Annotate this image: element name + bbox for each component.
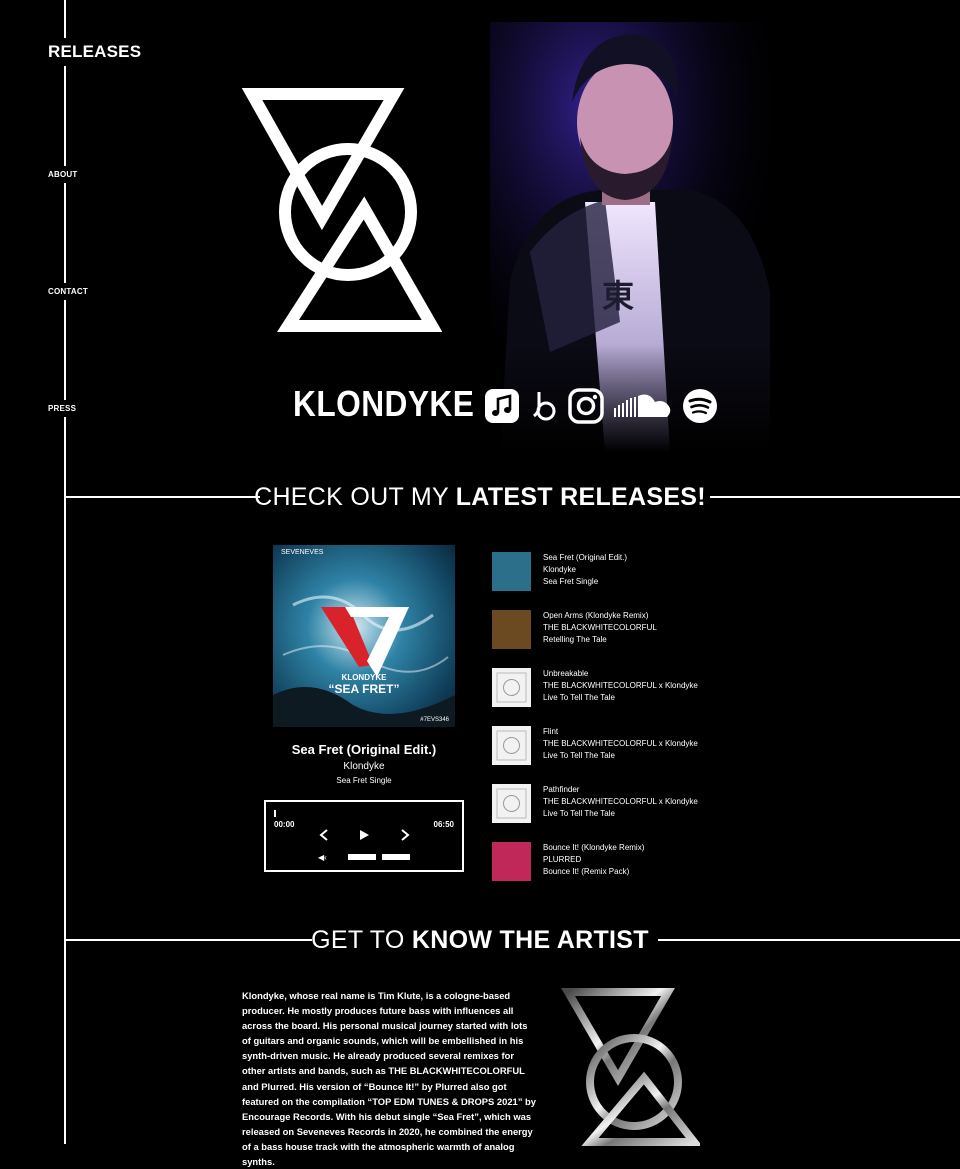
now-playing-release: Sea Fret Single bbox=[336, 776, 392, 785]
chevron-left-icon bbox=[319, 829, 328, 841]
track-title: Flint bbox=[543, 727, 559, 736]
cover-artist: KLONDYKE bbox=[342, 673, 388, 682]
track-thumbnail bbox=[492, 784, 531, 823]
apple-music-icon[interactable] bbox=[484, 388, 520, 424]
chevron-right-icon bbox=[401, 829, 410, 841]
track-item[interactable]: Sea Fret (Original Edit.) Klondyke Sea Fre… bbox=[492, 552, 792, 592]
artist-bio: Klondyke, whose real name is Tim Klute, … bbox=[242, 990, 536, 1168]
track-text: Unbreakable THE BLACKWHITECOLORFUL x Klon… bbox=[543, 668, 698, 705]
track-artist: THE BLACKWHITECOLORFUL x Klondyke bbox=[543, 681, 698, 691]
spotify-icon[interactable] bbox=[682, 388, 718, 424]
klondyke-logo-metal bbox=[561, 988, 700, 1146]
track-title: Sea Fret (Original Edit.) bbox=[543, 553, 628, 562]
track-release: Live To Tell The Tale bbox=[543, 751, 615, 761]
about-section-title: GET TO KNOW THE ARTIST bbox=[0, 926, 960, 955]
now-playing-title: Sea Fret (Original Edit.) bbox=[291, 742, 437, 757]
track-thumbnail bbox=[492, 726, 531, 765]
track-release: Retelling The Tale bbox=[543, 635, 607, 645]
track-text: Bounce It! (Klondyke Remix) PLURRED Bounce… bbox=[543, 842, 644, 879]
time-current: 00:00 bbox=[274, 820, 295, 829]
time-total: 06:50 bbox=[433, 820, 454, 829]
progress-indicator[interactable] bbox=[274, 810, 276, 817]
track-release: Live To Tell The Tale bbox=[543, 809, 615, 819]
track-thumbnail bbox=[492, 668, 531, 707]
track-release: Live To Tell The Tale bbox=[543, 693, 615, 703]
klondyke-logo bbox=[241, 88, 442, 332]
track-text: Pathfinder THE BLACKWHITECOLORFUL x Klond… bbox=[543, 784, 698, 821]
volume-bar[interactable] bbox=[348, 854, 376, 860]
now-playing-cover[interactable]: SEVENEVES KLONDYKE “SEA FRET” #7EVS346 bbox=[273, 545, 455, 727]
track-title: Open Arms (Klondyke Remix) bbox=[543, 611, 649, 620]
about-title-bold: KNOW THE ARTIST bbox=[411, 926, 649, 954]
volume-icon[interactable]: ◀‹ bbox=[318, 853, 327, 862]
track-artist: Klondyke bbox=[543, 565, 576, 575]
previous-button[interactable] bbox=[318, 828, 330, 844]
track-artist: THE BLACKWHITECOLORFUL x Klondyke bbox=[543, 739, 698, 749]
track-item[interactable]: Bounce It! (Klondyke Remix) PLURRED Bounce… bbox=[492, 842, 792, 882]
play-icon bbox=[360, 830, 369, 840]
nav-releases[interactable]: RELEASES bbox=[48, 38, 142, 66]
track-title: Pathfinder bbox=[543, 785, 580, 794]
track-artist: THE BLACKWHITECOLORFUL x Klondyke bbox=[543, 797, 698, 807]
nav-about[interactable]: ABOUT bbox=[48, 166, 78, 183]
cover-catalog: #7EVS346 bbox=[420, 717, 449, 723]
track-thumbnail bbox=[492, 552, 531, 591]
next-button[interactable] bbox=[399, 828, 411, 844]
nav-press[interactable]: PRESS bbox=[48, 400, 77, 417]
track-text: Sea Fret (Original Edit.) Klondyke Sea Fre… bbox=[543, 552, 627, 589]
track-item[interactable]: Open Arms (Klondyke Remix) THE BLACKWHITE… bbox=[492, 610, 792, 650]
audio-player: 00:00 06:50 ◀‹ bbox=[264, 800, 464, 872]
cover-title: “SEA FRET” bbox=[329, 682, 400, 696]
now-playing-artist: Klondyke bbox=[343, 761, 385, 772]
track-text: Open Arms (Klondyke Remix) THE BLACKWHITE… bbox=[543, 610, 657, 647]
track-release: Bounce It! (Remix Pack) bbox=[543, 867, 630, 877]
track-thumbnail bbox=[492, 842, 531, 881]
track-text: Flint THE BLACKWHITECOLORFUL x Klondyke Li… bbox=[543, 726, 698, 763]
beatport-icon[interactable] bbox=[529, 388, 559, 424]
releases-title-thin: CHECK OUT MY bbox=[254, 483, 449, 511]
track-item[interactable]: Flint THE BLACKWHITECOLORFUL x Klondyke Li… bbox=[492, 726, 792, 766]
track-artist: THE BLACKWHITECOLORFUL bbox=[543, 623, 657, 633]
releases-section-title: CHECK OUT MY LATEST RELEASES! bbox=[0, 483, 960, 512]
releases-title-bold: LATEST RELEASES! bbox=[455, 483, 706, 511]
track-item[interactable]: Pathfinder THE BLACKWHITECOLORFUL x Klond… bbox=[492, 784, 792, 824]
about-title-thin: GET TO bbox=[311, 926, 405, 954]
track-release: Sea Fret Single bbox=[543, 577, 599, 587]
track-artist: PLURRED bbox=[543, 855, 582, 865]
cover-label: SEVENEVES bbox=[281, 549, 324, 556]
soundcloud-icon[interactable] bbox=[613, 388, 673, 424]
track-title: Bounce It! (Klondyke Remix) bbox=[543, 843, 645, 852]
track-title: Unbreakable bbox=[543, 669, 589, 678]
social-links bbox=[484, 388, 718, 424]
track-item[interactable]: Unbreakable THE BLACKWHITECOLORFUL x Klon… bbox=[492, 668, 792, 708]
instagram-icon[interactable] bbox=[568, 388, 604, 424]
nav-contact[interactable]: CONTACT bbox=[48, 283, 88, 300]
artist-name: KLONDYKE bbox=[293, 383, 475, 424]
play-button[interactable] bbox=[358, 828, 370, 844]
volume-bar-secondary[interactable] bbox=[382, 854, 410, 860]
track-thumbnail bbox=[492, 610, 531, 649]
